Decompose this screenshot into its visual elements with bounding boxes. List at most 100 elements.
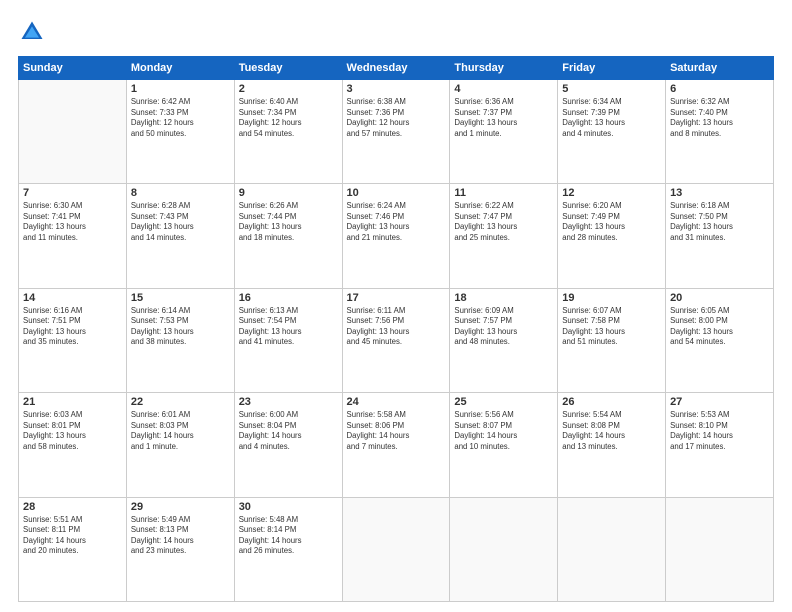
calendar-cell: 26 Sunrise: 5:54 AMSunset: 8:08 PMDayligh…	[558, 393, 666, 497]
calendar-cell: 22 Sunrise: 6:01 AMSunset: 8:03 PMDayligh…	[126, 393, 234, 497]
day-number: 2	[239, 83, 338, 95]
calendar-cell: 16Sunrise: 6:13 AMSunset: 7:54 PMDayligh…	[234, 288, 342, 392]
calendar-week-row: 1 Sunrise: 6:42 AMSunset: 7:33 PMDaylight…	[19, 80, 774, 184]
day-number: 11	[454, 187, 553, 199]
day-info: Sunrise: 6:05 AMSunset: 8:00 PMDaylight:…	[670, 306, 769, 348]
day-info: Sunrise: 5:56 AMSunset: 8:07 PMDaylight:…	[454, 410, 553, 452]
day-info: Sunrise: 5:48 AMSunset: 8:14 PMDaylight:…	[239, 515, 338, 557]
day-info: Sunrise: 6:18 AMSunset: 7:50 PMDaylight:…	[670, 201, 769, 243]
day-number: 25	[454, 396, 553, 408]
day-info: Sunrise: 6:32 AMSunset: 7:40 PMDaylight:…	[670, 97, 769, 139]
day-number: 4	[454, 83, 553, 95]
day-info: Sunrise: 6:14 AMSunset: 7:53 PMDaylight:…	[131, 306, 230, 348]
calendar-cell: 14 Sunrise: 6:16 AMSunset: 7:51 PMDayligh…	[19, 288, 127, 392]
day-number: 30	[239, 501, 338, 513]
day-number: 21	[23, 396, 122, 408]
logo-icon	[18, 18, 46, 46]
calendar-cell: 1 Sunrise: 6:42 AMSunset: 7:33 PMDaylight…	[126, 80, 234, 184]
calendar-cell: 30 Sunrise: 5:48 AMSunset: 8:14 PMDayligh…	[234, 497, 342, 601]
calendar-cell: 29 Sunrise: 5:49 AMSunset: 8:13 PMDayligh…	[126, 497, 234, 601]
day-header-wednesday: Wednesday	[342, 57, 450, 80]
day-number: 22	[131, 396, 230, 408]
calendar-cell: 11 Sunrise: 6:22 AMSunset: 7:47 PMDayligh…	[450, 184, 558, 288]
day-number: 13	[670, 187, 769, 199]
calendar-cell: 18 Sunrise: 6:09 AMSunset: 7:57 PMDayligh…	[450, 288, 558, 392]
calendar-week-row: 14 Sunrise: 6:16 AMSunset: 7:51 PMDayligh…	[19, 288, 774, 392]
day-number: 27	[670, 396, 769, 408]
calendar-cell: 10 Sunrise: 6:24 AMSunset: 7:46 PMDayligh…	[342, 184, 450, 288]
day-info: Sunrise: 6:11 AMSunset: 7:56 PMDaylight:…	[347, 306, 446, 348]
day-number: 6	[670, 83, 769, 95]
day-number: 20	[670, 292, 769, 304]
calendar-cell: 20 Sunrise: 6:05 AMSunset: 8:00 PMDayligh…	[666, 288, 774, 392]
day-info: Sunrise: 6:07 AMSunset: 7:58 PMDaylight:…	[562, 306, 661, 348]
day-info: Sunrise: 6:26 AMSunset: 7:44 PMDaylight:…	[239, 201, 338, 243]
calendar-cell: 15 Sunrise: 6:14 AMSunset: 7:53 PMDayligh…	[126, 288, 234, 392]
day-info: Sunrise: 6:40 AMSunset: 7:34 PMDaylight:…	[239, 97, 338, 139]
calendar-week-row: 21 Sunrise: 6:03 AMSunset: 8:01 PMDayligh…	[19, 393, 774, 497]
day-header-saturday: Saturday	[666, 57, 774, 80]
calendar-cell	[342, 497, 450, 601]
calendar-cell: 23Sunrise: 6:00 AMSunset: 8:04 PMDayligh…	[234, 393, 342, 497]
day-info: Sunrise: 6:30 AMSunset: 7:41 PMDaylight:…	[23, 201, 122, 243]
day-info: Sunrise: 6:36 AMSunset: 7:37 PMDaylight:…	[454, 97, 553, 139]
day-number: 19	[562, 292, 661, 304]
day-info: Sunrise: 6:42 AMSunset: 7:33 PMDaylight:…	[131, 97, 230, 139]
day-number: 10	[347, 187, 446, 199]
day-header-monday: Monday	[126, 57, 234, 80]
header	[18, 18, 774, 46]
day-number: 5	[562, 83, 661, 95]
calendar-cell: 3Sunrise: 6:38 AMSunset: 7:36 PMDaylight…	[342, 80, 450, 184]
day-number: 7	[23, 187, 122, 199]
day-info: Sunrise: 5:53 AMSunset: 8:10 PMDaylight:…	[670, 410, 769, 452]
calendar-cell: 13 Sunrise: 6:18 AMSunset: 7:50 PMDayligh…	[666, 184, 774, 288]
day-info: Sunrise: 6:16 AMSunset: 7:51 PMDaylight:…	[23, 306, 122, 348]
calendar-cell: 6 Sunrise: 6:32 AMSunset: 7:40 PMDaylight…	[666, 80, 774, 184]
day-header-sunday: Sunday	[19, 57, 127, 80]
calendar-cell	[19, 80, 127, 184]
calendar-cell: 27 Sunrise: 5:53 AMSunset: 8:10 PMDayligh…	[666, 393, 774, 497]
day-number: 12	[562, 187, 661, 199]
calendar-cell: 7 Sunrise: 6:30 AMSunset: 7:41 PMDaylight…	[19, 184, 127, 288]
calendar-cell: 9 Sunrise: 6:26 AMSunset: 7:44 PMDaylight…	[234, 184, 342, 288]
day-info: Sunrise: 6:28 AMSunset: 7:43 PMDaylight:…	[131, 201, 230, 243]
day-number: 18	[454, 292, 553, 304]
calendar-cell: 4 Sunrise: 6:36 AMSunset: 7:37 PMDaylight…	[450, 80, 558, 184]
day-info: Sunrise: 6:03 AMSunset: 8:01 PMDaylight:…	[23, 410, 122, 452]
day-info: Sunrise: 5:58 AMSunset: 8:06 PMDaylight:…	[347, 410, 446, 452]
day-number: 3	[347, 83, 446, 95]
calendar-cell: 28Sunrise: 5:51 AMSunset: 8:11 PMDayligh…	[19, 497, 127, 601]
calendar-cell: 2 Sunrise: 6:40 AMSunset: 7:34 PMDaylight…	[234, 80, 342, 184]
calendar-cell	[450, 497, 558, 601]
day-number: 8	[131, 187, 230, 199]
calendar-cell: 21 Sunrise: 6:03 AMSunset: 8:01 PMDayligh…	[19, 393, 127, 497]
day-number: 1	[131, 83, 230, 95]
day-number: 17	[347, 292, 446, 304]
calendar-cell: 8 Sunrise: 6:28 AMSunset: 7:43 PMDaylight…	[126, 184, 234, 288]
day-info: Sunrise: 5:54 AMSunset: 8:08 PMDaylight:…	[562, 410, 661, 452]
logo	[18, 18, 51, 46]
calendar-cell	[558, 497, 666, 601]
day-header-friday: Friday	[558, 57, 666, 80]
day-number: 26	[562, 396, 661, 408]
day-number: 28	[23, 501, 122, 513]
calendar-cell: 25 Sunrise: 5:56 AMSunset: 8:07 PMDayligh…	[450, 393, 558, 497]
day-info: Sunrise: 6:09 AMSunset: 7:57 PMDaylight:…	[454, 306, 553, 348]
day-info: Sunrise: 6:22 AMSunset: 7:47 PMDaylight:…	[454, 201, 553, 243]
calendar-cell: 19 Sunrise: 6:07 AMSunset: 7:58 PMDayligh…	[558, 288, 666, 392]
day-number: 15	[131, 292, 230, 304]
day-info: Sunrise: 6:24 AMSunset: 7:46 PMDaylight:…	[347, 201, 446, 243]
calendar-header-row: SundayMondayTuesdayWednesdayThursdayFrid…	[19, 57, 774, 80]
day-info: Sunrise: 6:00 AMSunset: 8:04 PMDaylight:…	[239, 410, 338, 452]
day-number: 16	[239, 292, 338, 304]
calendar-cell	[666, 497, 774, 601]
day-number: 14	[23, 292, 122, 304]
calendar-cell: 5Sunrise: 6:34 AMSunset: 7:39 PMDaylight…	[558, 80, 666, 184]
day-info: Sunrise: 5:49 AMSunset: 8:13 PMDaylight:…	[131, 515, 230, 557]
day-number: 9	[239, 187, 338, 199]
calendar-week-row: 7 Sunrise: 6:30 AMSunset: 7:41 PMDaylight…	[19, 184, 774, 288]
page: SundayMondayTuesdayWednesdayThursdayFrid…	[0, 0, 792, 612]
calendar-table: SundayMondayTuesdayWednesdayThursdayFrid…	[18, 56, 774, 602]
day-number: 29	[131, 501, 230, 513]
day-info: Sunrise: 6:01 AMSunset: 8:03 PMDaylight:…	[131, 410, 230, 452]
